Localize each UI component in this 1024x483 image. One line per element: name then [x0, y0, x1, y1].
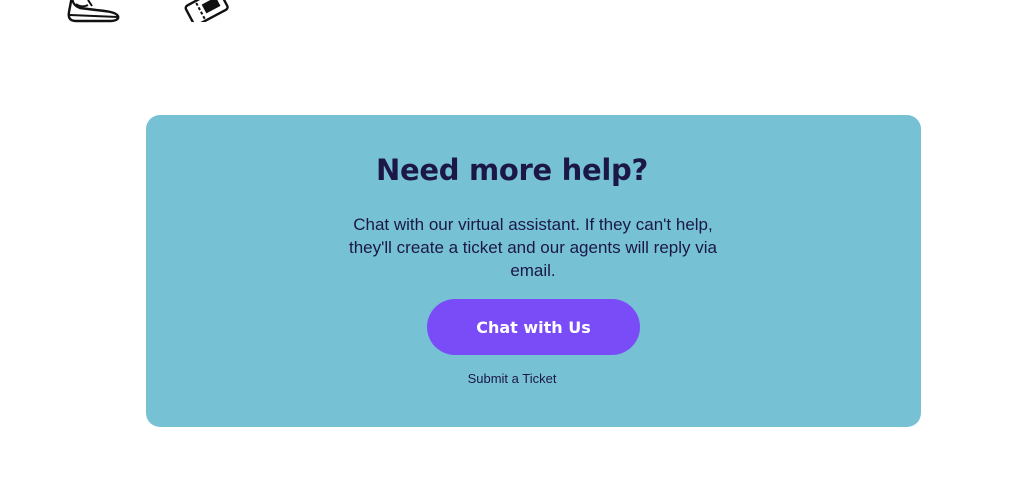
top-icons-row: [0, 0, 1024, 30]
submit-ticket-link[interactable]: Submit a Ticket: [0, 370, 1024, 388]
page: Need more help? Chat with our virtual as…: [0, 0, 1024, 483]
help-card-description: Chat with our virtual assistant. If they…: [349, 215, 717, 280]
help-card-title: Need more help?: [375, 153, 648, 187]
ticket-icon: [184, 0, 229, 22]
chat-with-us-button[interactable]: Chat with Us: [427, 299, 640, 355]
sneaker-icon: [67, 0, 120, 23]
